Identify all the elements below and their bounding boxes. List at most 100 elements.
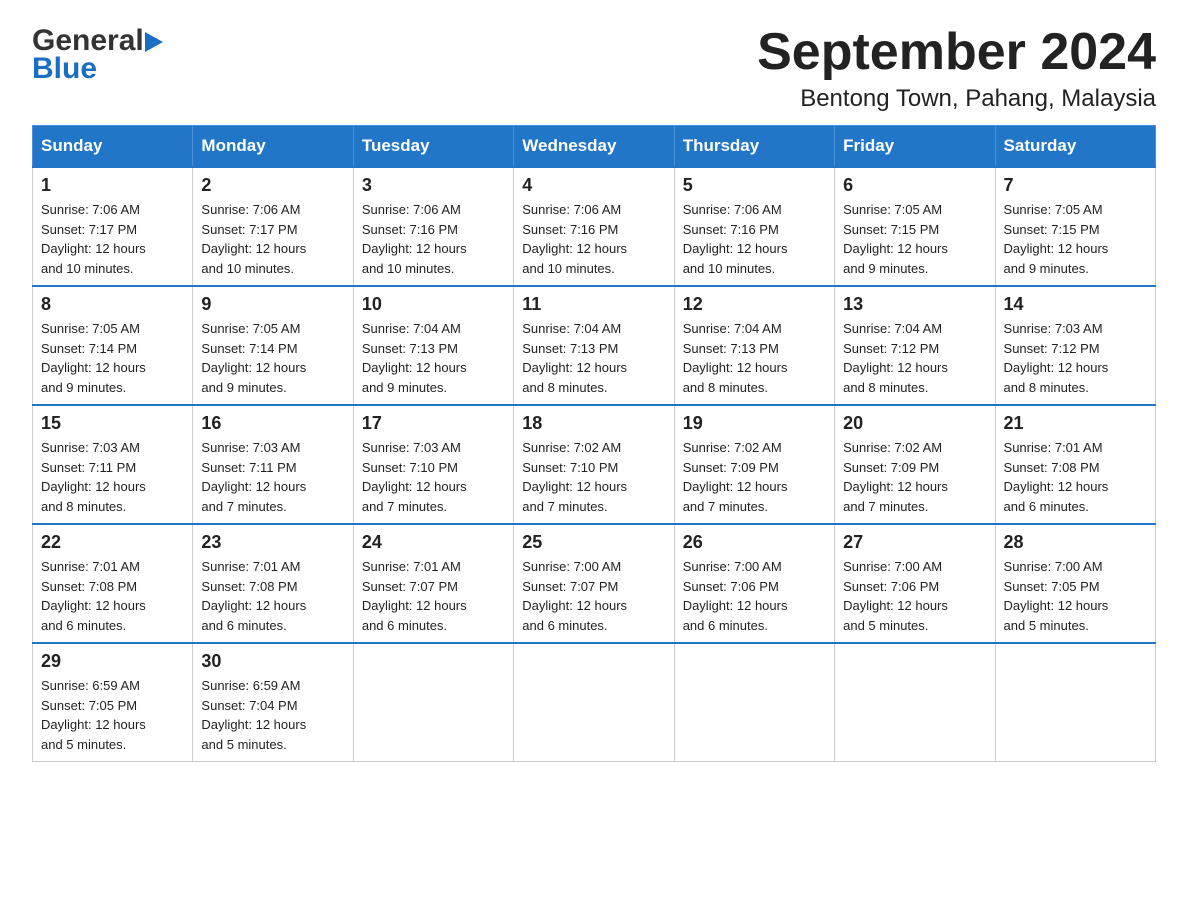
calendar-cell: 5 Sunrise: 7:06 AMSunset: 7:16 PMDayligh… [674, 167, 834, 286]
day-number: 21 [1004, 413, 1147, 434]
day-info: Sunrise: 7:05 AMSunset: 7:15 PMDaylight:… [1004, 200, 1147, 278]
day-number: 14 [1004, 294, 1147, 315]
calendar-header-tuesday: Tuesday [353, 126, 513, 168]
day-info: Sunrise: 7:04 AMSunset: 7:13 PMDaylight:… [362, 319, 505, 397]
day-info: Sunrise: 7:06 AMSunset: 7:17 PMDaylight:… [201, 200, 344, 278]
calendar-cell: 15 Sunrise: 7:03 AMSunset: 7:11 PMDaylig… [33, 405, 193, 524]
day-number: 19 [683, 413, 826, 434]
day-info: Sunrise: 7:05 AMSunset: 7:15 PMDaylight:… [843, 200, 986, 278]
calendar-cell [674, 643, 834, 762]
day-number: 24 [362, 532, 505, 553]
day-info: Sunrise: 7:01 AMSunset: 7:08 PMDaylight:… [1004, 438, 1147, 516]
day-info: Sunrise: 7:01 AMSunset: 7:08 PMDaylight:… [201, 557, 344, 635]
calendar-cell: 11 Sunrise: 7:04 AMSunset: 7:13 PMDaylig… [514, 286, 674, 405]
day-number: 16 [201, 413, 344, 434]
day-info: Sunrise: 7:06 AMSunset: 7:17 PMDaylight:… [41, 200, 184, 278]
calendar-cell: 21 Sunrise: 7:01 AMSunset: 7:08 PMDaylig… [995, 405, 1155, 524]
day-number: 18 [522, 413, 665, 434]
calendar-week-row: 22 Sunrise: 7:01 AMSunset: 7:08 PMDaylig… [33, 524, 1156, 643]
calendar-cell: 7 Sunrise: 7:05 AMSunset: 7:15 PMDayligh… [995, 167, 1155, 286]
day-info: Sunrise: 7:06 AMSunset: 7:16 PMDaylight:… [362, 200, 505, 278]
day-info: Sunrise: 7:03 AMSunset: 7:12 PMDaylight:… [1004, 319, 1147, 397]
calendar-cell: 12 Sunrise: 7:04 AMSunset: 7:13 PMDaylig… [674, 286, 834, 405]
calendar-cell: 14 Sunrise: 7:03 AMSunset: 7:12 PMDaylig… [995, 286, 1155, 405]
day-number: 2 [201, 175, 344, 196]
calendar-cell: 28 Sunrise: 7:00 AMSunset: 7:05 PMDaylig… [995, 524, 1155, 643]
calendar-cell: 29 Sunrise: 6:59 AMSunset: 7:05 PMDaylig… [33, 643, 193, 762]
calendar-week-row: 15 Sunrise: 7:03 AMSunset: 7:11 PMDaylig… [33, 405, 1156, 524]
day-info: Sunrise: 7:02 AMSunset: 7:10 PMDaylight:… [522, 438, 665, 516]
calendar-cell: 26 Sunrise: 7:00 AMSunset: 7:06 PMDaylig… [674, 524, 834, 643]
logo-arrow-icon [145, 32, 163, 52]
logo: General Blue [32, 24, 164, 86]
day-number: 4 [522, 175, 665, 196]
day-info: Sunrise: 7:02 AMSunset: 7:09 PMDaylight:… [843, 438, 986, 516]
calendar-cell: 30 Sunrise: 6:59 AMSunset: 7:04 PMDaylig… [193, 643, 353, 762]
day-number: 30 [201, 651, 344, 672]
calendar-cell [835, 643, 995, 762]
page-header: General Blue September 2024 Bentong Town… [32, 24, 1156, 113]
day-info: Sunrise: 7:01 AMSunset: 7:07 PMDaylight:… [362, 557, 505, 635]
day-number: 27 [843, 532, 986, 553]
calendar-cell: 8 Sunrise: 7:05 AMSunset: 7:14 PMDayligh… [33, 286, 193, 405]
calendar-cell: 27 Sunrise: 7:00 AMSunset: 7:06 PMDaylig… [835, 524, 995, 643]
calendar-cell: 2 Sunrise: 7:06 AMSunset: 7:17 PMDayligh… [193, 167, 353, 286]
day-info: Sunrise: 6:59 AMSunset: 7:04 PMDaylight:… [201, 676, 344, 754]
calendar-subtitle: Bentong Town, Pahang, Malaysia [757, 85, 1156, 113]
calendar-week-row: 29 Sunrise: 6:59 AMSunset: 7:05 PMDaylig… [33, 643, 1156, 762]
calendar-week-row: 8 Sunrise: 7:05 AMSunset: 7:14 PMDayligh… [33, 286, 1156, 405]
calendar-cell [353, 643, 513, 762]
day-info: Sunrise: 7:02 AMSunset: 7:09 PMDaylight:… [683, 438, 826, 516]
day-info: Sunrise: 7:03 AMSunset: 7:11 PMDaylight:… [41, 438, 184, 516]
day-number: 29 [41, 651, 184, 672]
day-info: Sunrise: 7:05 AMSunset: 7:14 PMDaylight:… [41, 319, 184, 397]
calendar-table: SundayMondayTuesdayWednesdayThursdayFrid… [32, 125, 1156, 762]
day-info: Sunrise: 7:06 AMSunset: 7:16 PMDaylight:… [522, 200, 665, 278]
calendar-cell: 1 Sunrise: 7:06 AMSunset: 7:17 PMDayligh… [33, 167, 193, 286]
day-info: Sunrise: 7:04 AMSunset: 7:12 PMDaylight:… [843, 319, 986, 397]
day-info: Sunrise: 7:00 AMSunset: 7:06 PMDaylight:… [683, 557, 826, 635]
calendar-title: September 2024 [757, 24, 1156, 81]
day-number: 15 [41, 413, 184, 434]
day-info: Sunrise: 6:59 AMSunset: 7:05 PMDaylight:… [41, 676, 184, 754]
day-info: Sunrise: 7:00 AMSunset: 7:06 PMDaylight:… [843, 557, 986, 635]
title-area: September 2024 Bentong Town, Pahang, Mal… [757, 24, 1156, 113]
calendar-cell: 10 Sunrise: 7:04 AMSunset: 7:13 PMDaylig… [353, 286, 513, 405]
day-number: 8 [41, 294, 184, 315]
calendar-cell: 6 Sunrise: 7:05 AMSunset: 7:15 PMDayligh… [835, 167, 995, 286]
day-info: Sunrise: 7:05 AMSunset: 7:14 PMDaylight:… [201, 319, 344, 397]
day-number: 1 [41, 175, 184, 196]
day-number: 26 [683, 532, 826, 553]
calendar-cell: 23 Sunrise: 7:01 AMSunset: 7:08 PMDaylig… [193, 524, 353, 643]
day-number: 9 [201, 294, 344, 315]
day-number: 22 [41, 532, 184, 553]
calendar-cell: 13 Sunrise: 7:04 AMSunset: 7:12 PMDaylig… [835, 286, 995, 405]
day-number: 23 [201, 532, 344, 553]
calendar-cell: 25 Sunrise: 7:00 AMSunset: 7:07 PMDaylig… [514, 524, 674, 643]
day-number: 7 [1004, 175, 1147, 196]
calendar-cell: 9 Sunrise: 7:05 AMSunset: 7:14 PMDayligh… [193, 286, 353, 405]
day-info: Sunrise: 7:04 AMSunset: 7:13 PMDaylight:… [683, 319, 826, 397]
day-info: Sunrise: 7:04 AMSunset: 7:13 PMDaylight:… [522, 319, 665, 397]
day-info: Sunrise: 7:06 AMSunset: 7:16 PMDaylight:… [683, 200, 826, 278]
calendar-cell: 17 Sunrise: 7:03 AMSunset: 7:10 PMDaylig… [353, 405, 513, 524]
day-info: Sunrise: 7:00 AMSunset: 7:07 PMDaylight:… [522, 557, 665, 635]
day-info: Sunrise: 7:00 AMSunset: 7:05 PMDaylight:… [1004, 557, 1147, 635]
calendar-cell: 3 Sunrise: 7:06 AMSunset: 7:16 PMDayligh… [353, 167, 513, 286]
day-info: Sunrise: 7:01 AMSunset: 7:08 PMDaylight:… [41, 557, 184, 635]
day-number: 3 [362, 175, 505, 196]
day-number: 12 [683, 294, 826, 315]
logo-blue-text: Blue [32, 52, 164, 86]
calendar-header-row: SundayMondayTuesdayWednesdayThursdayFrid… [33, 126, 1156, 168]
day-info: Sunrise: 7:03 AMSunset: 7:10 PMDaylight:… [362, 438, 505, 516]
day-number: 10 [362, 294, 505, 315]
day-number: 5 [683, 175, 826, 196]
calendar-header-friday: Friday [835, 126, 995, 168]
day-number: 17 [362, 413, 505, 434]
day-info: Sunrise: 7:03 AMSunset: 7:11 PMDaylight:… [201, 438, 344, 516]
calendar-cell: 22 Sunrise: 7:01 AMSunset: 7:08 PMDaylig… [33, 524, 193, 643]
day-number: 28 [1004, 532, 1147, 553]
calendar-cell: 4 Sunrise: 7:06 AMSunset: 7:16 PMDayligh… [514, 167, 674, 286]
day-number: 11 [522, 294, 665, 315]
day-number: 20 [843, 413, 986, 434]
